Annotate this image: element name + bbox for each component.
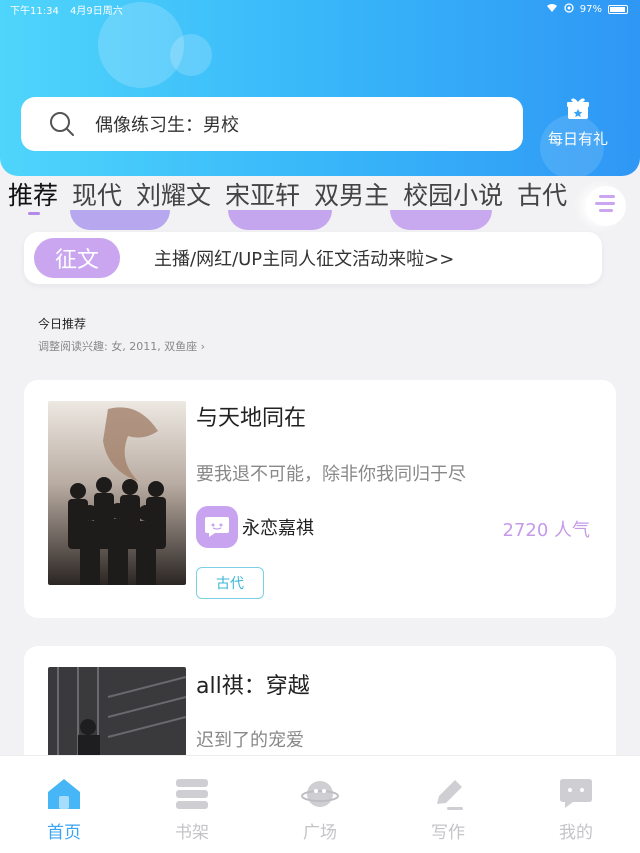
home-icon bbox=[45, 776, 83, 816]
nav-plaza[interactable]: 广场 bbox=[256, 756, 384, 853]
tab-song-yaxuan[interactable]: 宋亚轩 bbox=[225, 176, 300, 212]
status-bar: 下午11:34 4月9日周六 97% bbox=[10, 2, 628, 17]
tab-campus-novel[interactable]: 校园小说 bbox=[403, 176, 503, 212]
decor-bubble bbox=[170, 34, 212, 76]
search-icon bbox=[49, 111, 75, 137]
contest-badge: 征文 bbox=[34, 238, 120, 278]
gift-icon bbox=[565, 98, 591, 126]
nav-bookshelf-label: 书架 bbox=[175, 823, 209, 843]
nav-home[interactable]: 首页 bbox=[0, 756, 128, 853]
top-header: 下午11:34 4月9日周六 97% 偶像练习生：男校 每日有礼 bbox=[0, 0, 640, 176]
tab-ancient[interactable]: 古代 bbox=[517, 176, 567, 212]
chat-bubble-icon bbox=[557, 776, 595, 816]
section-title: 今日推荐 bbox=[38, 317, 87, 331]
tab-dual-male-lead[interactable]: 双男主 bbox=[314, 176, 389, 212]
wifi-icon bbox=[546, 3, 558, 16]
nav-profile-label: 我的 bbox=[559, 823, 593, 843]
active-tab-indicator bbox=[28, 212, 40, 215]
banner-peek bbox=[228, 210, 332, 230]
battery-icon bbox=[608, 4, 628, 14]
author-name: 永恋嘉祺 bbox=[242, 518, 314, 539]
nav-write[interactable]: 写作 bbox=[384, 756, 512, 853]
banner-peek bbox=[390, 210, 492, 230]
bookshelf-icon bbox=[173, 776, 211, 816]
status-date: 4月9日周六 bbox=[70, 6, 123, 17]
contest-notice-text: 主播/网红/UP主同人征文活动来啦>> bbox=[154, 249, 455, 270]
book-description: 迟到了的宠爱 bbox=[196, 730, 304, 751]
location-icon bbox=[564, 2, 574, 16]
battery-percent: 97% bbox=[579, 3, 602, 15]
pencil-icon bbox=[429, 776, 467, 816]
book-title: 与天地同在 bbox=[196, 406, 307, 431]
book-cover bbox=[48, 401, 186, 585]
reading-interest-link[interactable]: 调整阅读兴趣: 女, 2011, 双鱼座 › bbox=[38, 338, 205, 354]
daily-gift-button[interactable]: 每日有礼 bbox=[540, 96, 616, 149]
tab-liu-yaowen[interactable]: 刘耀文 bbox=[136, 176, 211, 212]
nav-bookshelf[interactable]: 书架 bbox=[128, 756, 256, 853]
banner-peek bbox=[70, 210, 170, 230]
tab-menu-button[interactable] bbox=[586, 186, 626, 226]
author-avatar-icon bbox=[196, 506, 238, 548]
search-bar[interactable]: 偶像练习生：男校 bbox=[21, 97, 523, 151]
planet-icon bbox=[301, 776, 339, 816]
gift-label: 每日有礼 bbox=[547, 130, 608, 148]
search-input[interactable]: 偶像练习生：男校 bbox=[95, 111, 239, 137]
nav-profile[interactable]: 我的 bbox=[512, 756, 640, 853]
book-description: 要我退不可能，除非你我同归于尽 bbox=[196, 464, 466, 485]
status-time: 下午11:34 bbox=[10, 6, 59, 17]
tab-modern[interactable]: 现代 bbox=[72, 176, 122, 212]
author-row[interactable]: 永恋嘉祺 bbox=[196, 506, 314, 548]
nav-write-label: 写作 bbox=[431, 823, 465, 843]
genre-tag[interactable]: 古代 bbox=[196, 567, 264, 599]
contest-notice-banner[interactable]: 征文 主播/网红/UP主同人征文活动来啦>> bbox=[24, 232, 602, 284]
popularity-count: 2720 人气 bbox=[502, 520, 590, 541]
nav-home-label: 首页 bbox=[47, 823, 81, 843]
menu-lines-icon bbox=[593, 193, 619, 219]
book-title: all祺：穿越 bbox=[196, 674, 310, 699]
bottom-navigation: 首页 书架 广场 写作 我的 bbox=[0, 755, 640, 853]
book-card[interactable]: 与天地同在 要我退不可能，除非你我同归于尽 永恋嘉祺 2720 人气 古代 bbox=[24, 380, 616, 618]
nav-plaza-label: 广场 bbox=[303, 823, 337, 843]
tab-recommend[interactable]: 推荐 bbox=[8, 176, 58, 212]
